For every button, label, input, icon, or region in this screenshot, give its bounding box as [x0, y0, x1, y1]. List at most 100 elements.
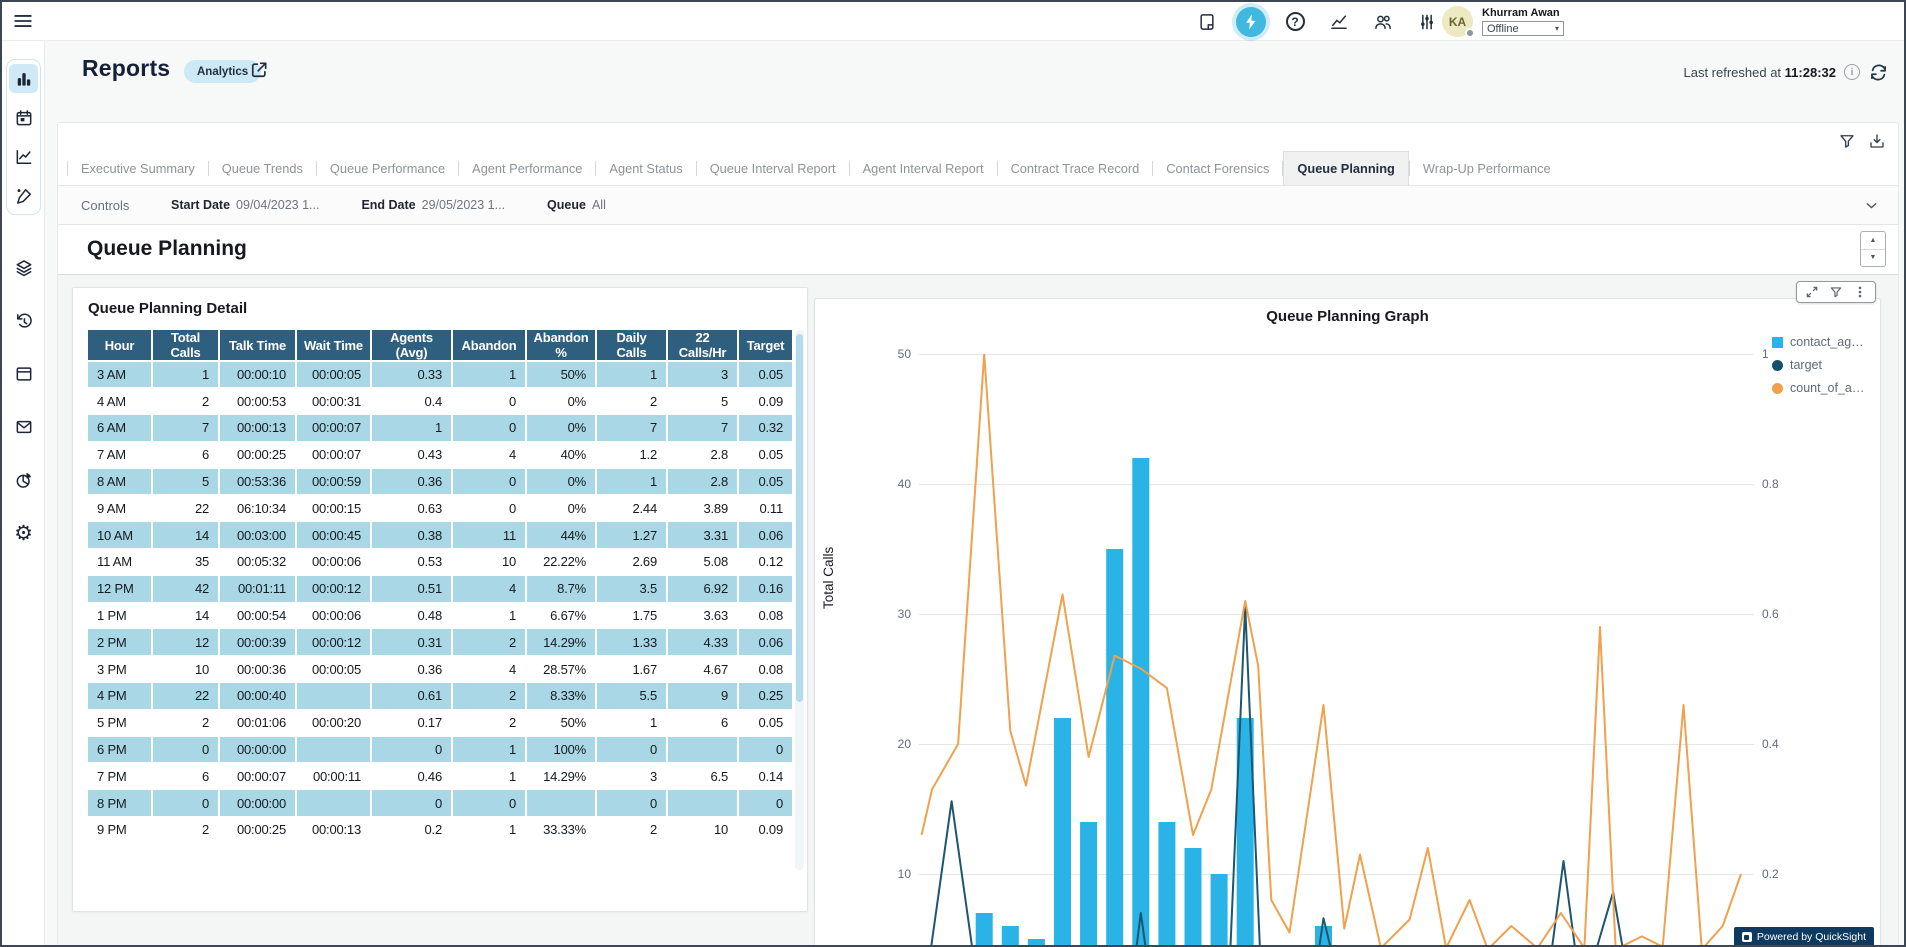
table-row[interactable]: 7 PM600:00:0700:00:110.46114.29%36.50.14 — [88, 763, 793, 790]
target-line[interactable] — [927, 606, 1632, 947]
notes-button[interactable] — [1192, 7, 1222, 37]
bar-1-PM[interactable] — [1158, 822, 1175, 947]
bar-6-AM[interactable] — [976, 913, 993, 947]
left-axis-tick: 50 — [877, 347, 911, 361]
scroll-down-button[interactable]: ▼ — [1861, 249, 1885, 267]
table-row[interactable]: 3 PM1000:00:3600:00:050.36428.57%1.674.6… — [88, 656, 793, 683]
table-scrollbar-thumb[interactable] — [796, 334, 803, 702]
bar-11-AM[interactable] — [1106, 549, 1123, 947]
avatar[interactable]: KA — [1442, 6, 1473, 37]
sidebar-item-pie[interactable] — [9, 465, 38, 495]
column-header[interactable]: Total Calls — [152, 330, 219, 361]
kebab-menu-icon[interactable] — [1853, 285, 1867, 299]
sidebar-item-layers[interactable] — [9, 253, 38, 283]
bar-7-AM[interactable] — [1002, 926, 1019, 947]
table-row[interactable]: 11 AM3500:05:3200:00:060.531022.22%2.695… — [88, 549, 793, 576]
legend-item-target[interactable]: target — [1772, 358, 1864, 372]
column-header[interactable]: Hour — [88, 330, 152, 361]
legend-item-count-of-a-[interactable]: count_of_a… — [1772, 381, 1864, 395]
controls-collapse-chevron-icon[interactable] — [1863, 197, 1880, 214]
top-bar: ? KA Khurram Awan Offline ▾ — [2, 2, 1904, 41]
table-row[interactable]: 3 AM100:00:1000:00:050.33150%130.05 — [88, 361, 793, 388]
table-row[interactable]: 9 AM2206:10:3400:00:150.6300%2.443.890.1… — [88, 495, 793, 522]
table-row[interactable]: 6 AM700:00:1300:00:07100%770.32 — [88, 415, 793, 442]
column-header[interactable]: Talk Time — [219, 330, 296, 361]
column-header[interactable]: Daily Calls — [596, 330, 667, 361]
tab-agent-performance[interactable]: Agent Performance — [459, 151, 595, 185]
refresh-icon[interactable] — [1868, 61, 1890, 83]
control-start-date[interactable]: Start Date09/04/2023 1... — [171, 198, 319, 212]
tab-executive-summary[interactable]: Executive Summary — [68, 151, 208, 185]
tab-queue-performance[interactable]: Queue Performance — [317, 151, 458, 185]
legend-item-contact-ag-[interactable]: contact_ag… — [1772, 335, 1864, 349]
bar-9-AM[interactable] — [1054, 718, 1071, 947]
settings-button[interactable] — [1412, 7, 1442, 37]
sidebar-item-settings[interactable]: ⚙ — [9, 518, 38, 548]
table-row[interactable]: 9 PM200:00:2500:00:130.2133.33%2100.09 — [88, 817, 793, 844]
control-end-date[interactable]: End Date29/05/2023 1... — [361, 198, 505, 212]
tab-agent-interval-report[interactable]: Agent Interval Report — [850, 151, 997, 185]
sidebar-item-window[interactable] — [9, 359, 38, 389]
external-link-icon[interactable] — [249, 60, 269, 80]
contacts-button[interactable] — [1368, 7, 1398, 37]
tab-wrap-up-performance[interactable]: Wrap-Up Performance — [1410, 151, 1564, 185]
column-header[interactable]: 22 Calls/Hr — [667, 330, 738, 361]
column-header[interactable]: Wait Time — [296, 330, 371, 361]
info-icon[interactable]: i — [1844, 64, 1860, 80]
table-row[interactable]: 8 AM500:53:3600:00:590.3600%12.80.05 — [88, 468, 793, 495]
bar-10-AM[interactable] — [1080, 822, 1097, 947]
chart-plot[interactable] — [919, 354, 1754, 947]
sidebar-item-calendar[interactable] — [9, 103, 38, 132]
table-cell: 2.8 — [667, 468, 738, 495]
column-header[interactable]: Abandon % — [526, 330, 596, 361]
table-row[interactable]: 7 AM600:00:2500:00:070.43440%1.22.80.05 — [88, 441, 793, 468]
export-icon[interactable] — [1868, 132, 1886, 150]
column-header[interactable]: Agents (Avg) — [371, 330, 452, 361]
table-row[interactable]: 5 PM200:01:0600:00:200.17250%160.05 — [88, 709, 793, 736]
maximize-icon[interactable] — [1805, 285, 1819, 299]
tab-contract-trace-record[interactable]: Contract Trace Record — [998, 151, 1153, 185]
bar-8-AM[interactable] — [1028, 939, 1045, 947]
sidebar-item-design[interactable] — [9, 181, 38, 210]
sidebar-item-mail[interactable] — [9, 412, 38, 442]
table-row[interactable]: 12 PM4200:01:1100:00:120.5148.7%3.56.920… — [88, 575, 793, 602]
table-row[interactable]: 4 PM2200:00:400.6128.33%5.590.25 — [88, 683, 793, 710]
sidebar-item-dashboards[interactable] — [9, 64, 38, 93]
tab-agent-status[interactable]: Agent Status — [596, 151, 695, 185]
tab-contact-forensics[interactable]: Contact Forensics — [1153, 151, 1282, 185]
table-cell: 11 AM — [88, 549, 152, 576]
table-row[interactable]: 1 PM1400:00:5400:00:060.4816.67%1.753.63… — [88, 602, 793, 629]
table-row[interactable]: 4 AM200:00:5300:00:310.400%250.09 — [88, 388, 793, 415]
powered-by-badge[interactable]: Powered by QuickSight — [1734, 927, 1874, 947]
chart-filter-icon[interactable] — [1829, 285, 1843, 299]
sidebar-item-trends[interactable] — [9, 142, 38, 171]
sidebar-item-history[interactable] — [9, 306, 38, 336]
count-line[interactable] — [922, 354, 1741, 947]
scroll-up-button[interactable]: ▲ — [1861, 232, 1885, 249]
table-cell: 0.06 — [738, 629, 793, 656]
tab-queue-planning[interactable]: Queue Planning — [1283, 151, 1408, 185]
quick-actions-button[interactable] — [1236, 7, 1266, 37]
table-row[interactable]: 8 PM000:00:000000 — [88, 790, 793, 817]
filter-icon[interactable] — [1838, 132, 1856, 150]
status-select[interactable]: Offline ▾ — [1482, 21, 1564, 36]
help-button[interactable]: ? — [1280, 7, 1310, 37]
table-cell: 2 — [452, 683, 526, 710]
table-row[interactable]: 10 AM1400:03:0000:00:450.381144%1.273.31… — [88, 522, 793, 549]
bar-2-PM[interactable] — [1185, 848, 1202, 947]
table-row[interactable]: 2 PM1200:00:3900:00:120.31214.29%1.334.3… — [88, 629, 793, 656]
table-cell — [667, 790, 738, 817]
tab-queue-interval-report[interactable]: Queue Interval Report — [697, 151, 849, 185]
table-row[interactable]: 6 PM000:00:0001100%00 — [88, 736, 793, 763]
table-cell: 0.43 — [371, 441, 452, 468]
bar-3-PM[interactable] — [1211, 874, 1228, 947]
column-header[interactable]: Target — [738, 330, 793, 361]
tab-queue-trends[interactable]: Queue Trends — [209, 151, 316, 185]
control-queue[interactable]: QueueAll — [547, 198, 606, 212]
bar-12-PM[interactable] — [1132, 458, 1149, 947]
analytics-button[interactable] — [1324, 7, 1354, 37]
menu-icon[interactable] — [12, 10, 36, 34]
table-cell: 2.69 — [596, 549, 667, 576]
table-cell: 00:00:39 — [219, 629, 296, 656]
column-header[interactable]: Abandon — [452, 330, 526, 361]
